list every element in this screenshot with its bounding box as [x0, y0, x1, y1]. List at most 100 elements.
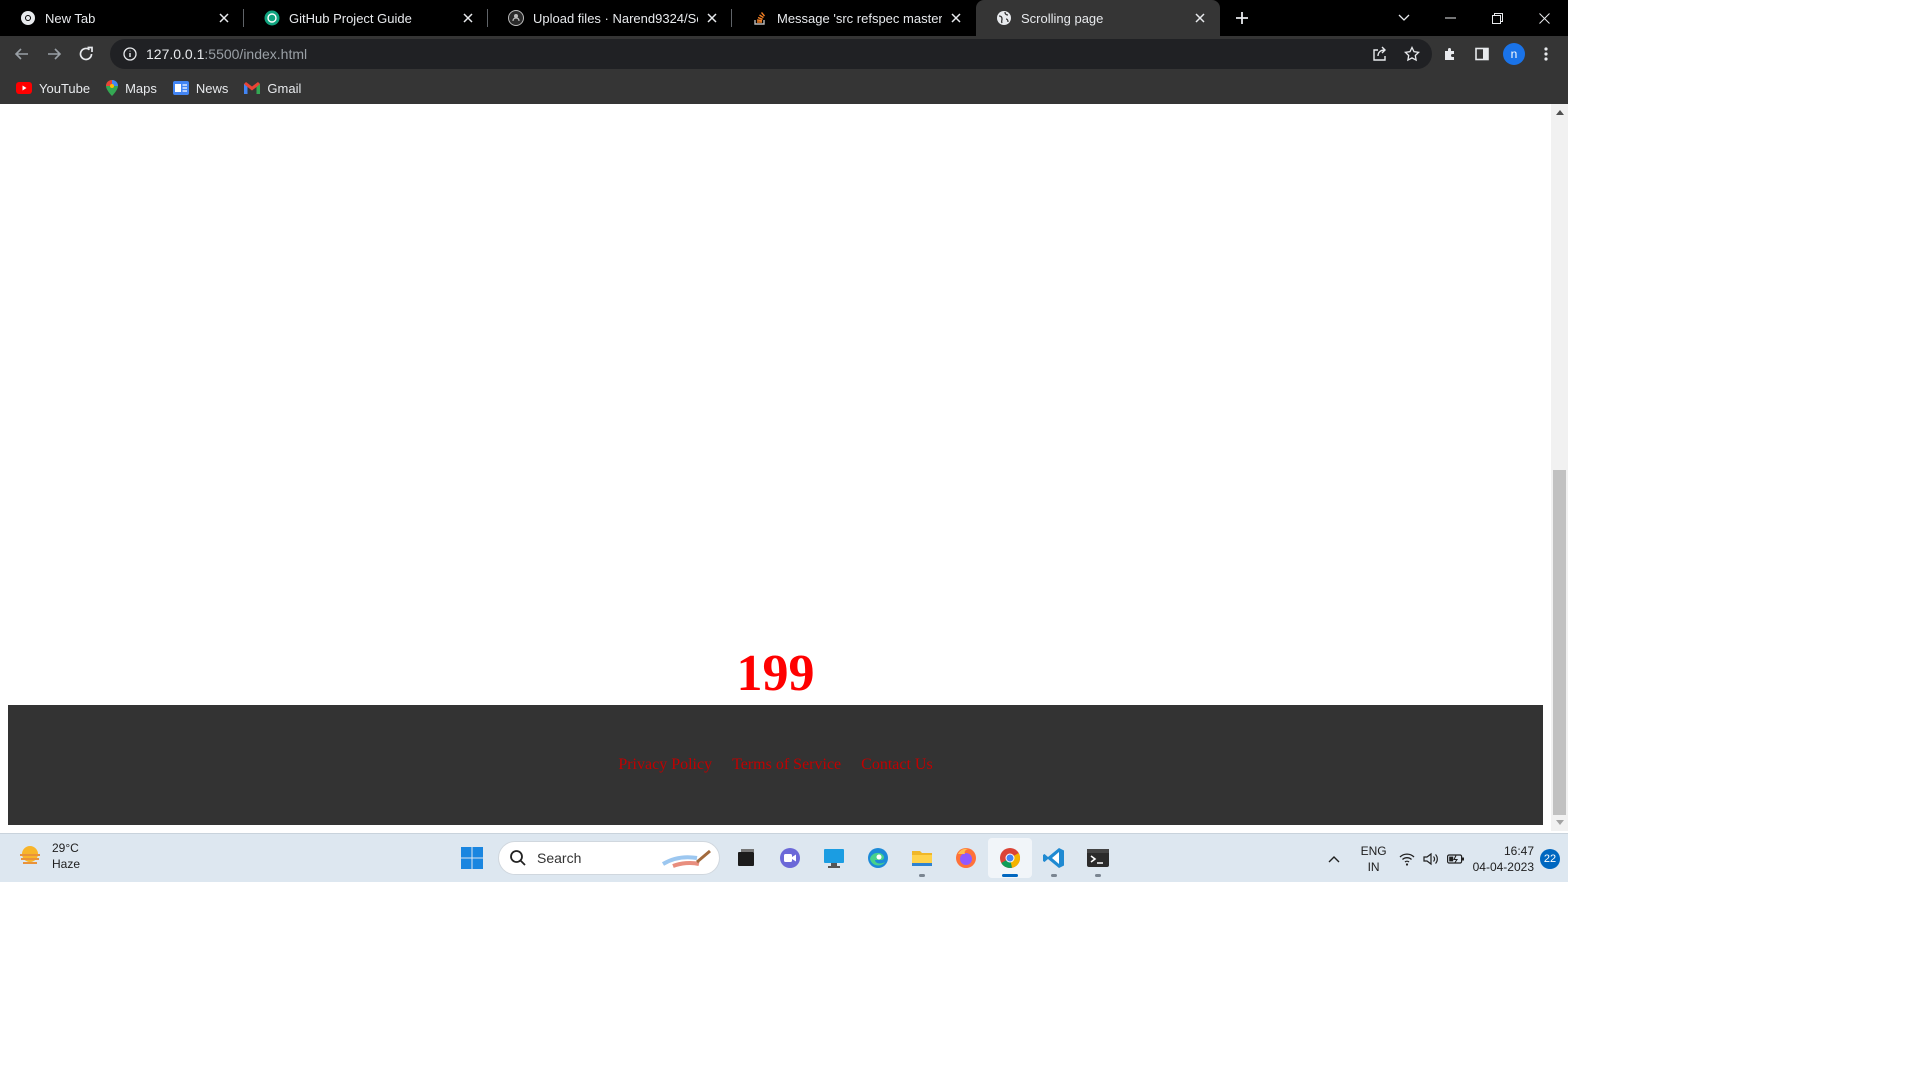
- close-icon[interactable]: [704, 10, 720, 26]
- minimize-icon[interactable]: [1427, 2, 1474, 34]
- github-icon: [508, 10, 524, 26]
- back-icon[interactable]: [6, 38, 38, 70]
- maps-icon: [106, 80, 119, 96]
- weather-temperature: 29°C: [52, 841, 79, 855]
- chrome-icon: [20, 10, 36, 26]
- tab-new-tab[interactable]: New Tab: [0, 0, 244, 36]
- volume-icon: [1423, 852, 1439, 866]
- side-panel-icon[interactable]: [1466, 38, 1498, 70]
- search-label: Search: [537, 850, 582, 866]
- bookmark-maps[interactable]: Maps: [98, 74, 165, 102]
- scroll-up-arrow-icon[interactable]: [1551, 104, 1568, 121]
- quick-settings[interactable]: [1399, 852, 1465, 866]
- url-text[interactable]: 127.0.0.1:5500/index.html: [146, 46, 307, 62]
- close-window-icon[interactable]: [1521, 2, 1568, 34]
- page-viewport: 199 Privacy Policy Terms of Service Cont…: [0, 104, 1551, 831]
- vertical-scrollbar[interactable]: [1551, 104, 1568, 831]
- tab-title: Upload files · Narend9324/Scrolli: [533, 10, 698, 26]
- stackoverflow-icon: [752, 10, 768, 26]
- chatgpt-icon: [264, 10, 280, 26]
- tab-search-chevron-icon[interactable]: [1380, 2, 1427, 34]
- tab-title: New Tab: [45, 10, 96, 26]
- forward-icon[interactable]: [38, 38, 70, 70]
- clock-time: 16:47: [1503, 843, 1534, 858]
- new-tab-icon[interactable]: [1224, 0, 1260, 36]
- close-icon[interactable]: [1192, 10, 1208, 26]
- bookmark-youtube[interactable]: YouTube: [8, 74, 98, 102]
- firefox-icon[interactable]: [944, 838, 988, 878]
- close-icon[interactable]: [948, 10, 964, 26]
- running-indicator: [1095, 874, 1101, 877]
- close-icon[interactable]: [460, 10, 476, 26]
- system-tray: ENG IN 16:47 04-04-2023 22: [1319, 834, 1568, 883]
- language-line-1: ENG: [1360, 843, 1387, 858]
- taskbar-search[interactable]: Search: [498, 841, 720, 875]
- footer-link-terms-of-service[interactable]: Terms of Service: [732, 756, 841, 774]
- tab-github-project-guide[interactable]: GitHub Project Guide: [244, 0, 488, 36]
- terminal-icon[interactable]: [1076, 838, 1120, 878]
- desktop-icon[interactable]: [812, 838, 856, 878]
- footer-link-contact-us[interactable]: Contact Us: [861, 756, 933, 774]
- page-footer: Privacy Policy Terms of Service Contact …: [8, 705, 1543, 825]
- globe-icon: [996, 10, 1012, 26]
- site-info-icon[interactable]: [114, 47, 146, 61]
- tab-title: GitHub Project Guide: [289, 10, 412, 26]
- address-bar[interactable]: 127.0.0.1:5500/index.html: [110, 39, 1432, 69]
- language-line-2: IN: [1367, 859, 1380, 874]
- teams-icon[interactable]: [768, 838, 812, 878]
- bookmark-label: News: [195, 80, 229, 96]
- notification-badge[interactable]: 22: [1540, 848, 1560, 869]
- youtube-icon: [16, 82, 32, 94]
- windows-taskbar: 29°C Haze Search ENG IN 16:47 04-04-2023…: [0, 833, 1568, 882]
- window-controls: [1380, 0, 1568, 36]
- show-hidden-icons-chevron-icon[interactable]: [1319, 855, 1349, 863]
- restore-icon[interactable]: [1474, 2, 1521, 34]
- extensions-icon[interactable]: [1434, 38, 1466, 70]
- news-icon: [172, 81, 189, 95]
- reload-icon[interactable]: [70, 38, 102, 70]
- edge-icon[interactable]: [856, 838, 900, 878]
- scroll-down-arrow-icon[interactable]: [1551, 814, 1568, 831]
- task-view-icon[interactable]: [724, 838, 768, 878]
- bookmark-label: YouTube: [39, 80, 91, 96]
- bookmark-label: Maps: [125, 80, 157, 96]
- running-indicator: [919, 874, 925, 877]
- url-host: 127.0.0.1: [146, 46, 205, 62]
- haze-weather-icon: [18, 844, 42, 868]
- tab-message-refspec[interactable]: Message 'src refspec master does: [732, 0, 976, 36]
- clock-date: 04-04-2023: [1472, 859, 1534, 874]
- active-indicator: [1002, 874, 1018, 877]
- tab-scrolling-page[interactable]: Scrolling page: [976, 0, 1220, 36]
- gmail-icon: [244, 82, 261, 94]
- start-icon[interactable]: [450, 838, 494, 878]
- bookmark-news[interactable]: News: [165, 74, 237, 102]
- scroll-counter: 199: [736, 645, 815, 702]
- search-highlight-icon: [661, 848, 713, 870]
- running-indicator: [1051, 874, 1057, 877]
- tab-title: Scrolling page: [1021, 10, 1104, 26]
- profile-button[interactable]: n: [1498, 38, 1530, 70]
- tab-upload-files[interactable]: Upload files · Narend9324/Scrolli: [488, 0, 732, 36]
- wifi-icon: [1399, 852, 1415, 866]
- browser-toolbar: 127.0.0.1:5500/index.html n: [0, 36, 1568, 72]
- share-icon[interactable]: [1364, 38, 1396, 70]
- bookmarks-bar: YouTube Maps News Gmail: [0, 72, 1568, 104]
- clock[interactable]: 16:47 04-04-2023: [1473, 843, 1534, 875]
- weather-condition: Haze: [52, 857, 81, 871]
- taskbar-apps: Search: [450, 838, 1120, 878]
- weather-widget[interactable]: 29°C Haze: [18, 840, 80, 872]
- chrome-icon[interactable]: [988, 838, 1032, 878]
- scrollbar-thumb[interactable]: [1553, 470, 1566, 815]
- battery-charging-icon: [1446, 853, 1465, 865]
- close-icon[interactable]: [216, 10, 232, 26]
- tab-title: Message 'src refspec master does: [777, 10, 942, 26]
- tab-strip: New Tab GitHub Project Guide Upload file…: [0, 0, 1568, 36]
- bookmark-star-icon[interactable]: [1396, 38, 1428, 70]
- file-explorer-icon[interactable]: [900, 838, 944, 878]
- bookmark-gmail[interactable]: Gmail: [236, 74, 309, 102]
- footer-link-privacy-policy[interactable]: Privacy Policy: [618, 756, 712, 774]
- menu-kebab-icon[interactable]: [1530, 38, 1562, 70]
- language-indicator[interactable]: ENG IN: [1361, 843, 1387, 875]
- vscode-icon[interactable]: [1032, 838, 1076, 878]
- search-icon: [509, 849, 527, 867]
